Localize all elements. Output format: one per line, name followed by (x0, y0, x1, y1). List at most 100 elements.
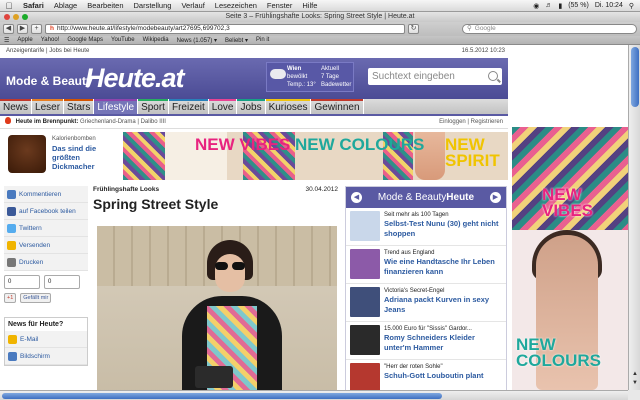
teaser-headline[interactable]: Adriana packt Kurven in sexy Jeans (384, 295, 489, 314)
bookmark-item[interactable]: News (1.057) ▾ (177, 37, 217, 44)
menu-item[interactable]: Darstellung (129, 1, 177, 10)
action-row[interactable]: Drucken (4, 254, 88, 271)
nav-item-kurioses[interactable]: Kurioses (265, 99, 312, 114)
address-bar[interactable]: h http://www.heute.at/lifestyle/modebeau… (45, 24, 405, 34)
action-row[interactable]: auf Facebook teilen (4, 203, 88, 220)
logo-section-name[interactable]: Mode & Beauty (6, 74, 93, 88)
back-button[interactable]: ◀ (3, 24, 14, 34)
battery-icon[interactable]: ▮ (558, 2, 562, 10)
login-links[interactable]: Einloggen | Registrieren (439, 116, 503, 129)
teaser-headline[interactable]: Wie eine Handtasche Ihr Leben finanziere… (384, 257, 495, 276)
site-logo[interactable]: Heute.at (85, 63, 185, 94)
scroll-up-arrow-icon[interactable]: ▲ (630, 371, 640, 379)
topstrip-links[interactable]: Anzeigentarife | Jobs bei Heute (6, 45, 89, 58)
apple-menu-icon[interactable]:  (0, 1, 18, 11)
bookmark-item[interactable]: Pin it (256, 37, 269, 43)
menu-item[interactable]: Hilfe (297, 1, 322, 10)
nav-item-sport[interactable]: Sport (138, 99, 169, 114)
ad-skyscraper[interactable]: NEW VIBES NEW COLOURS (512, 127, 628, 390)
spotlight-icon[interactable]: ⚲ (629, 2, 634, 10)
teaser-thumbnail[interactable] (350, 325, 380, 355)
site-search-input[interactable]: Suchtext eingeben (368, 68, 502, 85)
app-menu[interactable]: Safari (18, 1, 49, 10)
wifi-icon[interactable]: ◉ (533, 2, 539, 10)
teaser-item[interactable]: Seit mehr als 100 Tagen Selbst-Test Nunu … (346, 208, 506, 246)
prev-arrow-icon[interactable]: ◀ (351, 192, 362, 203)
ad-banner[interactable]: NEW VIBES NEW COLOURS NEW SPIRIT (123, 132, 508, 180)
teaser-thumbnail[interactable] (350, 287, 380, 317)
teaser-thumbnail[interactable] (350, 363, 380, 390)
menu-item[interactable]: Fenster (262, 1, 297, 10)
gplus-counter: 0 (4, 275, 40, 289)
teaser-item[interactable]: "Herr der roten Sohle" Schuh-Gott Loubout… (346, 360, 506, 390)
teaser-headline[interactable]: Romy Schneiders Kleider unter'm Hammer (384, 333, 475, 352)
mode-beauty-box-header: ◀ Mode & BeautyHeute ▶ (346, 187, 506, 208)
forward-button[interactable]: ▶ (17, 24, 28, 34)
teaser-item[interactable]: Victoria's Secret-Engel Adriana packt Kur… (346, 284, 506, 322)
action-row[interactable]: Kommentieren (4, 186, 88, 203)
reload-button[interactable]: ↻ (408, 24, 419, 34)
teaser-thumbnail[interactable] (350, 249, 380, 279)
nav-item-news[interactable]: News (0, 99, 33, 114)
menu-item[interactable]: Ablage (49, 1, 82, 10)
newsletter-option[interactable]: E-Mail (5, 331, 87, 348)
weather-now[interactable]: Aktuell (321, 66, 339, 72)
article: Frühlingshafte Looks 30.04.2012 Spring S… (93, 186, 338, 390)
search-icon[interactable] (488, 71, 498, 81)
nav-item-jobs[interactable]: Jobs (237, 99, 266, 114)
vertical-scroll-thumb[interactable] (631, 47, 639, 107)
menu-item[interactable]: Bearbeiten (82, 1, 128, 10)
vertical-scrollbar[interactable]: ▲ ▼ (628, 45, 640, 390)
nav-item-lifestyle[interactable]: Lifestyle (94, 99, 139, 114)
clock[interactable]: Di. 10:24 (595, 2, 623, 9)
nav-item-stars[interactable]: Stars (64, 99, 95, 114)
topstrip-date: 16.5.2012 10:23 (461, 48, 505, 54)
brennpunkt-links[interactable]: Griechenland-Drama | Dalibo IIII (80, 119, 166, 125)
nav-item-love[interactable]: Love (208, 99, 238, 114)
weather-widget[interactable]: Wien bewölkt Temp.: 13° Aktuell 7 Tage B… (266, 62, 354, 92)
menu-item[interactable]: Lesezeichen (210, 1, 262, 10)
action-row[interactable]: Versenden (4, 237, 88, 254)
teaser-kicker: Victoria's Secret-Engel (384, 288, 445, 294)
teaser-thumbnail[interactable] (350, 211, 380, 241)
nav-item-freizeit[interactable]: Freizeit (168, 99, 209, 114)
facebook-like-button[interactable]: Gefällt mir (20, 293, 52, 303)
nav-item-leser[interactable]: Leser (32, 99, 65, 114)
close-icon[interactable] (4, 14, 10, 20)
nav-item-gewinnen[interactable]: Gewinnen (311, 99, 364, 114)
horizontal-scroll-thumb[interactable] (2, 393, 442, 399)
cake-image[interactable] (8, 135, 46, 173)
weather-condition: bewölkt (287, 74, 308, 80)
action-row[interactable]: Twittern (4, 220, 88, 237)
teaser-item[interactable]: 15.000 Euro für "Sissis" Gardor... Romy S… (346, 322, 506, 360)
menu-item[interactable]: Verlauf (176, 1, 209, 10)
weather-bath[interactable]: Badewetter (321, 82, 351, 88)
bookmark-item[interactable]: Beliebt ▾ (225, 37, 248, 44)
article-photo[interactable] (97, 226, 337, 390)
promo-teaser[interactable]: Kalorienbomben Das sind die größten Dick… (0, 132, 122, 180)
gplus-button[interactable]: +1 (4, 293, 17, 303)
brennpunkt-label: Heute im Brennpunkt: (15, 119, 79, 125)
volume-icon[interactable]: ♬ (545, 2, 552, 9)
teaser-headline[interactable]: Schuh-Gott Louboutin plant (384, 371, 484, 380)
site-header: Mode & Beauty Heute.at Wien bewölkt Temp… (0, 58, 508, 99)
scroll-down-arrow-icon[interactable]: ▼ (630, 380, 640, 388)
next-arrow-icon[interactable]: ▶ (490, 192, 501, 203)
teaser-headline[interactable]: Selbst-Test Nunu (30) geht nicht shoppen (384, 219, 498, 238)
bookmarks-icon[interactable]: ☰ (4, 37, 9, 44)
bookmark-item[interactable]: Apple (17, 37, 32, 43)
newsletter-option[interactable]: Bildschirm (5, 348, 87, 365)
weather-days[interactable]: 7 Tage (321, 74, 339, 80)
bookmark-item[interactable]: Yahoo! (41, 37, 60, 43)
bookmark-item[interactable]: Google Maps (67, 37, 103, 43)
teaser-item[interactable]: Trend aus England Wie eine Handtasche Ihr… (346, 246, 506, 284)
google-search-field[interactable]: ⚲ Google (462, 24, 637, 34)
promo-headline[interactable]: Das sind die größten Dickmacher (52, 144, 96, 171)
bookmark-item[interactable]: Wikipedia (143, 37, 169, 43)
zoom-icon[interactable] (22, 14, 28, 20)
horizontal-scrollbar[interactable] (0, 390, 628, 400)
share-counters: 0 0 (4, 271, 88, 293)
bookmark-item[interactable]: YouTube (111, 37, 135, 43)
add-bookmark-button[interactable]: + (31, 24, 42, 34)
minimize-icon[interactable] (13, 14, 19, 20)
